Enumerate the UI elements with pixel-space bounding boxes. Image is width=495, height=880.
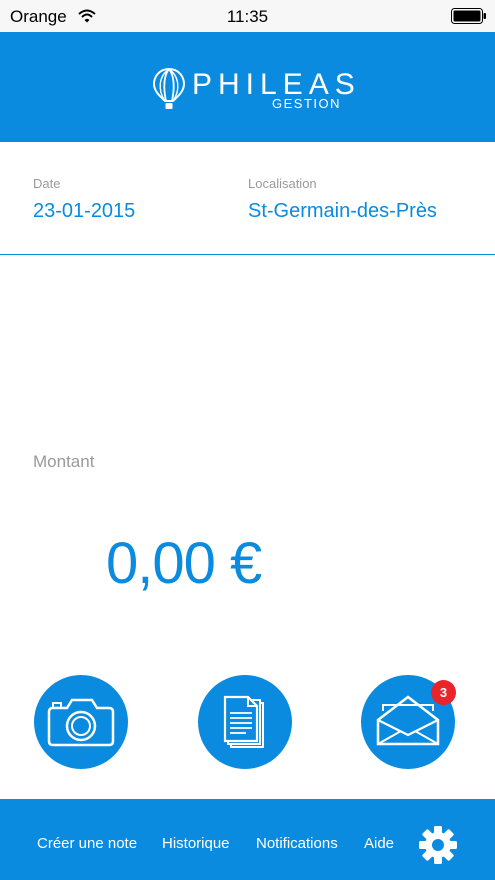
nav-help[interactable]: Aide bbox=[364, 835, 394, 852]
date-field[interactable]: 23-01-2015 bbox=[33, 200, 135, 223]
location-label: Localisation bbox=[248, 176, 317, 191]
date-label: Date bbox=[33, 176, 61, 191]
bottom-nav: Créer une note Historique Notifications … bbox=[0, 799, 495, 880]
brand-subtitle: GESTION bbox=[272, 96, 342, 111]
settings-button[interactable] bbox=[416, 823, 460, 872]
battery-icon bbox=[451, 8, 487, 29]
nav-create-note[interactable]: Créer une note bbox=[37, 835, 137, 852]
gear-icon bbox=[419, 826, 457, 864]
status-time: 11:35 bbox=[226, 7, 269, 26]
info-row: Date 23-01-2015 Localisation St-Germain-… bbox=[0, 142, 495, 255]
status-bar: Orange 11:35 bbox=[0, 0, 495, 32]
app-header: PHILEAS GESTION bbox=[0, 32, 495, 142]
amount-field[interactable]: 0,00 € bbox=[106, 530, 262, 597]
nav-history[interactable]: Historique bbox=[162, 835, 230, 852]
camera-icon bbox=[47, 698, 115, 747]
location-field[interactable]: St-Germain-des-Près bbox=[248, 200, 437, 223]
balloon-logo-icon bbox=[152, 67, 186, 116]
nav-notifications[interactable]: Notifications bbox=[256, 835, 338, 852]
documents-icon bbox=[223, 695, 264, 748]
notification-badge: 3 bbox=[431, 680, 456, 705]
amount-label: Montant bbox=[33, 452, 95, 471]
documents-button[interactable] bbox=[198, 675, 292, 769]
camera-button[interactable] bbox=[34, 675, 128, 769]
